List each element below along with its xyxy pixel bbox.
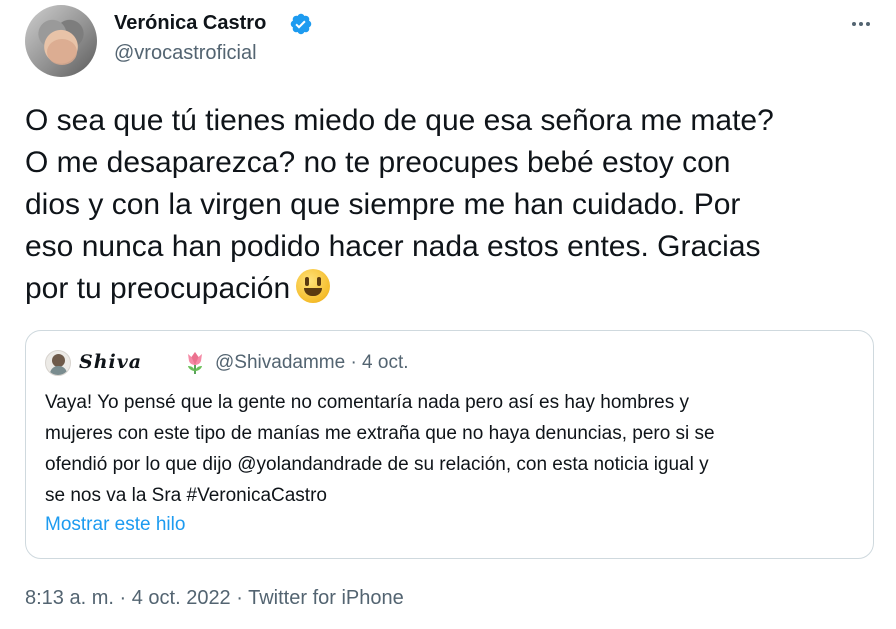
- tweet-metadata: 8:13 a. m. · 4 oct. 2022 · Twitter for i…: [25, 587, 404, 610]
- tweet-line-last: por tu preocupación: [25, 268, 875, 310]
- show-thread-link[interactable]: Mostrar este hilo: [45, 514, 185, 536]
- separator: ·: [113, 587, 132, 609]
- tulip-icon: [188, 352, 202, 374]
- grinning-face-emoji-icon: [296, 269, 331, 303]
- verified-badge-icon: [290, 13, 312, 35]
- quoted-tweet-text: Vaya! Yo pensé que la gente no comentarí…: [45, 387, 860, 511]
- tweet-time[interactable]: 8:13 a. m.: [25, 587, 114, 609]
- more-options-icon[interactable]: [845, 10, 877, 38]
- quoted-line: Vaya! Yo pensé que la gente no comentarí…: [45, 392, 689, 413]
- author-display-name[interactable]: Verónica Castro: [114, 12, 266, 35]
- tweet-line: O sea que tú tienes miedo de que esa señ…: [25, 104, 774, 137]
- quoted-line: ofendió por lo que dijo @yolandandrade d…: [45, 454, 709, 475]
- tweet-line: eso nunca han podido hacer nada estos en…: [25, 230, 761, 263]
- separator: ·: [230, 587, 249, 609]
- author-handle[interactable]: @vrocastroficial: [114, 42, 257, 65]
- quoted-author-avatar: [45, 350, 71, 376]
- quoted-tweet-card[interactable]: 𝑺𝒉𝒊𝒗𝒂 @Shivadamme · 4 oct. Vaya! Yo pens…: [25, 330, 874, 559]
- quoted-author-name: 𝑺𝒉𝒊𝒗𝒂: [79, 351, 143, 373]
- author-avatar[interactable]: [25, 5, 97, 77]
- tweet-source[interactable]: Twitter for iPhone: [248, 587, 404, 609]
- tweet-line-text: por tu preocupación: [25, 272, 291, 305]
- tweet-text: O sea que tú tienes miedo de que esa señ…: [25, 100, 875, 310]
- tweet-date[interactable]: 4 oct. 2022: [132, 587, 231, 609]
- quoted-line: mujeres con este tipo de manías me extra…: [45, 423, 715, 444]
- tweet-line: dios y con la virgen que siempre me han …: [25, 188, 741, 221]
- quoted-line: se nos va la Sra #VeronicaCastro: [45, 485, 327, 506]
- quoted-handle-date: @Shivadamme · 4 oct.: [215, 352, 409, 373]
- tweet-line: O me desaparezca? no te preocupes bebé e…: [25, 146, 731, 179]
